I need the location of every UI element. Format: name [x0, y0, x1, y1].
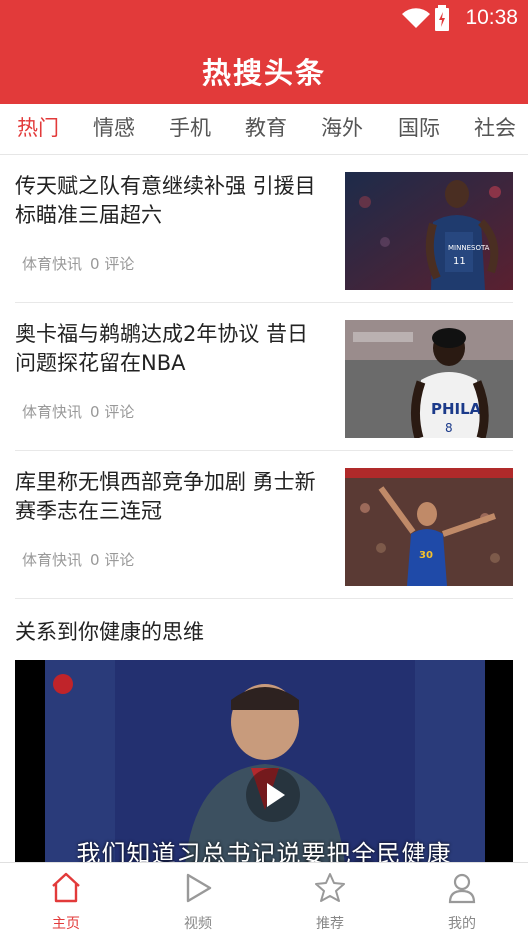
svg-text:8: 8 — [445, 421, 453, 435]
svg-text:PHILA: PHILA — [431, 400, 482, 418]
play-icon — [267, 783, 285, 807]
news-meta: 体育快讯 0 评论 — [22, 549, 142, 570]
news-headline[interactable]: 库里称无惧西部竞争加剧 勇士新赛季志在三连冠 — [15, 468, 317, 526]
tab-overseas[interactable]: 海外 — [312, 104, 372, 154]
news-item[interactable]: 奥卡福与鹈鹕达成2年协议 昔日问题探花留在NBA 体育快讯 0 评论 PHILA … — [0, 303, 528, 451]
tab-society[interactable]: 社会 — [465, 104, 525, 154]
category-tabs: 热门 情感 手机 教育 海外 国际 社会 — [0, 104, 528, 155]
news-source: 体育快讯 — [22, 255, 83, 273]
page-title: 热搜头条 — [201, 56, 326, 90]
nav-label: 推荐 — [316, 916, 344, 932]
status-time: 10:38 — [465, 6, 518, 29]
tab-emotion[interactable]: 情感 — [84, 104, 144, 154]
nav-label: 主页 — [52, 916, 80, 932]
news-headline[interactable]: 传天赋之队有意继续补强 引援目标瞄准三届超六 — [15, 172, 317, 230]
tab-hot[interactable]: 热门 — [8, 104, 68, 154]
news-source: 体育快讯 — [22, 551, 83, 569]
bottom-nav: 主页 视频 推荐 我的 — [0, 862, 528, 941]
nav-home[interactable]: 主页 — [0, 863, 132, 941]
news-meta: 体育快讯 0 评论 — [22, 401, 142, 422]
app-header: 热搜头条 — [0, 38, 528, 104]
tab-international[interactable]: 国际 — [389, 104, 449, 154]
tab-education[interactable]: 教育 — [236, 104, 296, 154]
news-meta: 体育快讯 0 评论 — [22, 253, 142, 274]
nav-video[interactable]: 视频 — [132, 863, 264, 941]
news-thumbnail[interactable]: 30 — [345, 468, 513, 586]
video-subtitle: 我们知道习总书记说要把全民健康 — [76, 840, 452, 865]
svg-text:30: 30 — [419, 550, 433, 561]
user-icon — [448, 873, 476, 904]
news-comments: 0 评论 — [90, 403, 135, 421]
news-item[interactable]: 库里称无惧西部竞争加剧 勇士新赛季志在三连冠 体育快讯 0 评论 30 — [0, 451, 528, 599]
home-icon — [52, 872, 80, 903]
svg-text:MINNESOTA: MINNESOTA — [448, 244, 490, 252]
video-title[interactable]: 关系到你健康的思维 — [15, 616, 204, 646]
battery-icon — [435, 5, 449, 35]
news-source: 体育快讯 — [22, 403, 83, 421]
play-button[interactable] — [246, 768, 300, 822]
news-thumbnail[interactable]: MINNESOTA 11 — [345, 172, 513, 290]
svg-text:11: 11 — [453, 256, 466, 267]
nav-label: 我的 — [448, 916, 476, 932]
news-comments: 0 评论 — [90, 551, 135, 569]
news-headline[interactable]: 奥卡福与鹈鹕达成2年协议 昔日问题探花留在NBA — [15, 320, 317, 378]
nav-recommend[interactable]: 推荐 — [264, 863, 396, 941]
nav-label: 视频 — [184, 916, 212, 932]
video-card[interactable]: 关系到你健康的思维 我们知道习总书记说要把全民健康 — [0, 598, 528, 865]
wifi-icon — [401, 8, 431, 34]
star-icon — [315, 873, 345, 902]
news-thumbnail[interactable]: PHILA 8 — [345, 320, 513, 438]
video-player[interactable]: 我们知道习总书记说要把全民健康 — [15, 660, 513, 865]
play-icon — [186, 873, 212, 903]
tab-phone[interactable]: 手机 — [160, 104, 220, 154]
status-bar: 10:38 — [0, 0, 528, 38]
nav-mine[interactable]: 我的 — [396, 863, 528, 941]
news-item[interactable]: 传天赋之队有意继续补强 引援目标瞄准三届超六 体育快讯 0 评论 MINNESOT… — [0, 155, 528, 303]
news-comments: 0 评论 — [90, 255, 135, 273]
